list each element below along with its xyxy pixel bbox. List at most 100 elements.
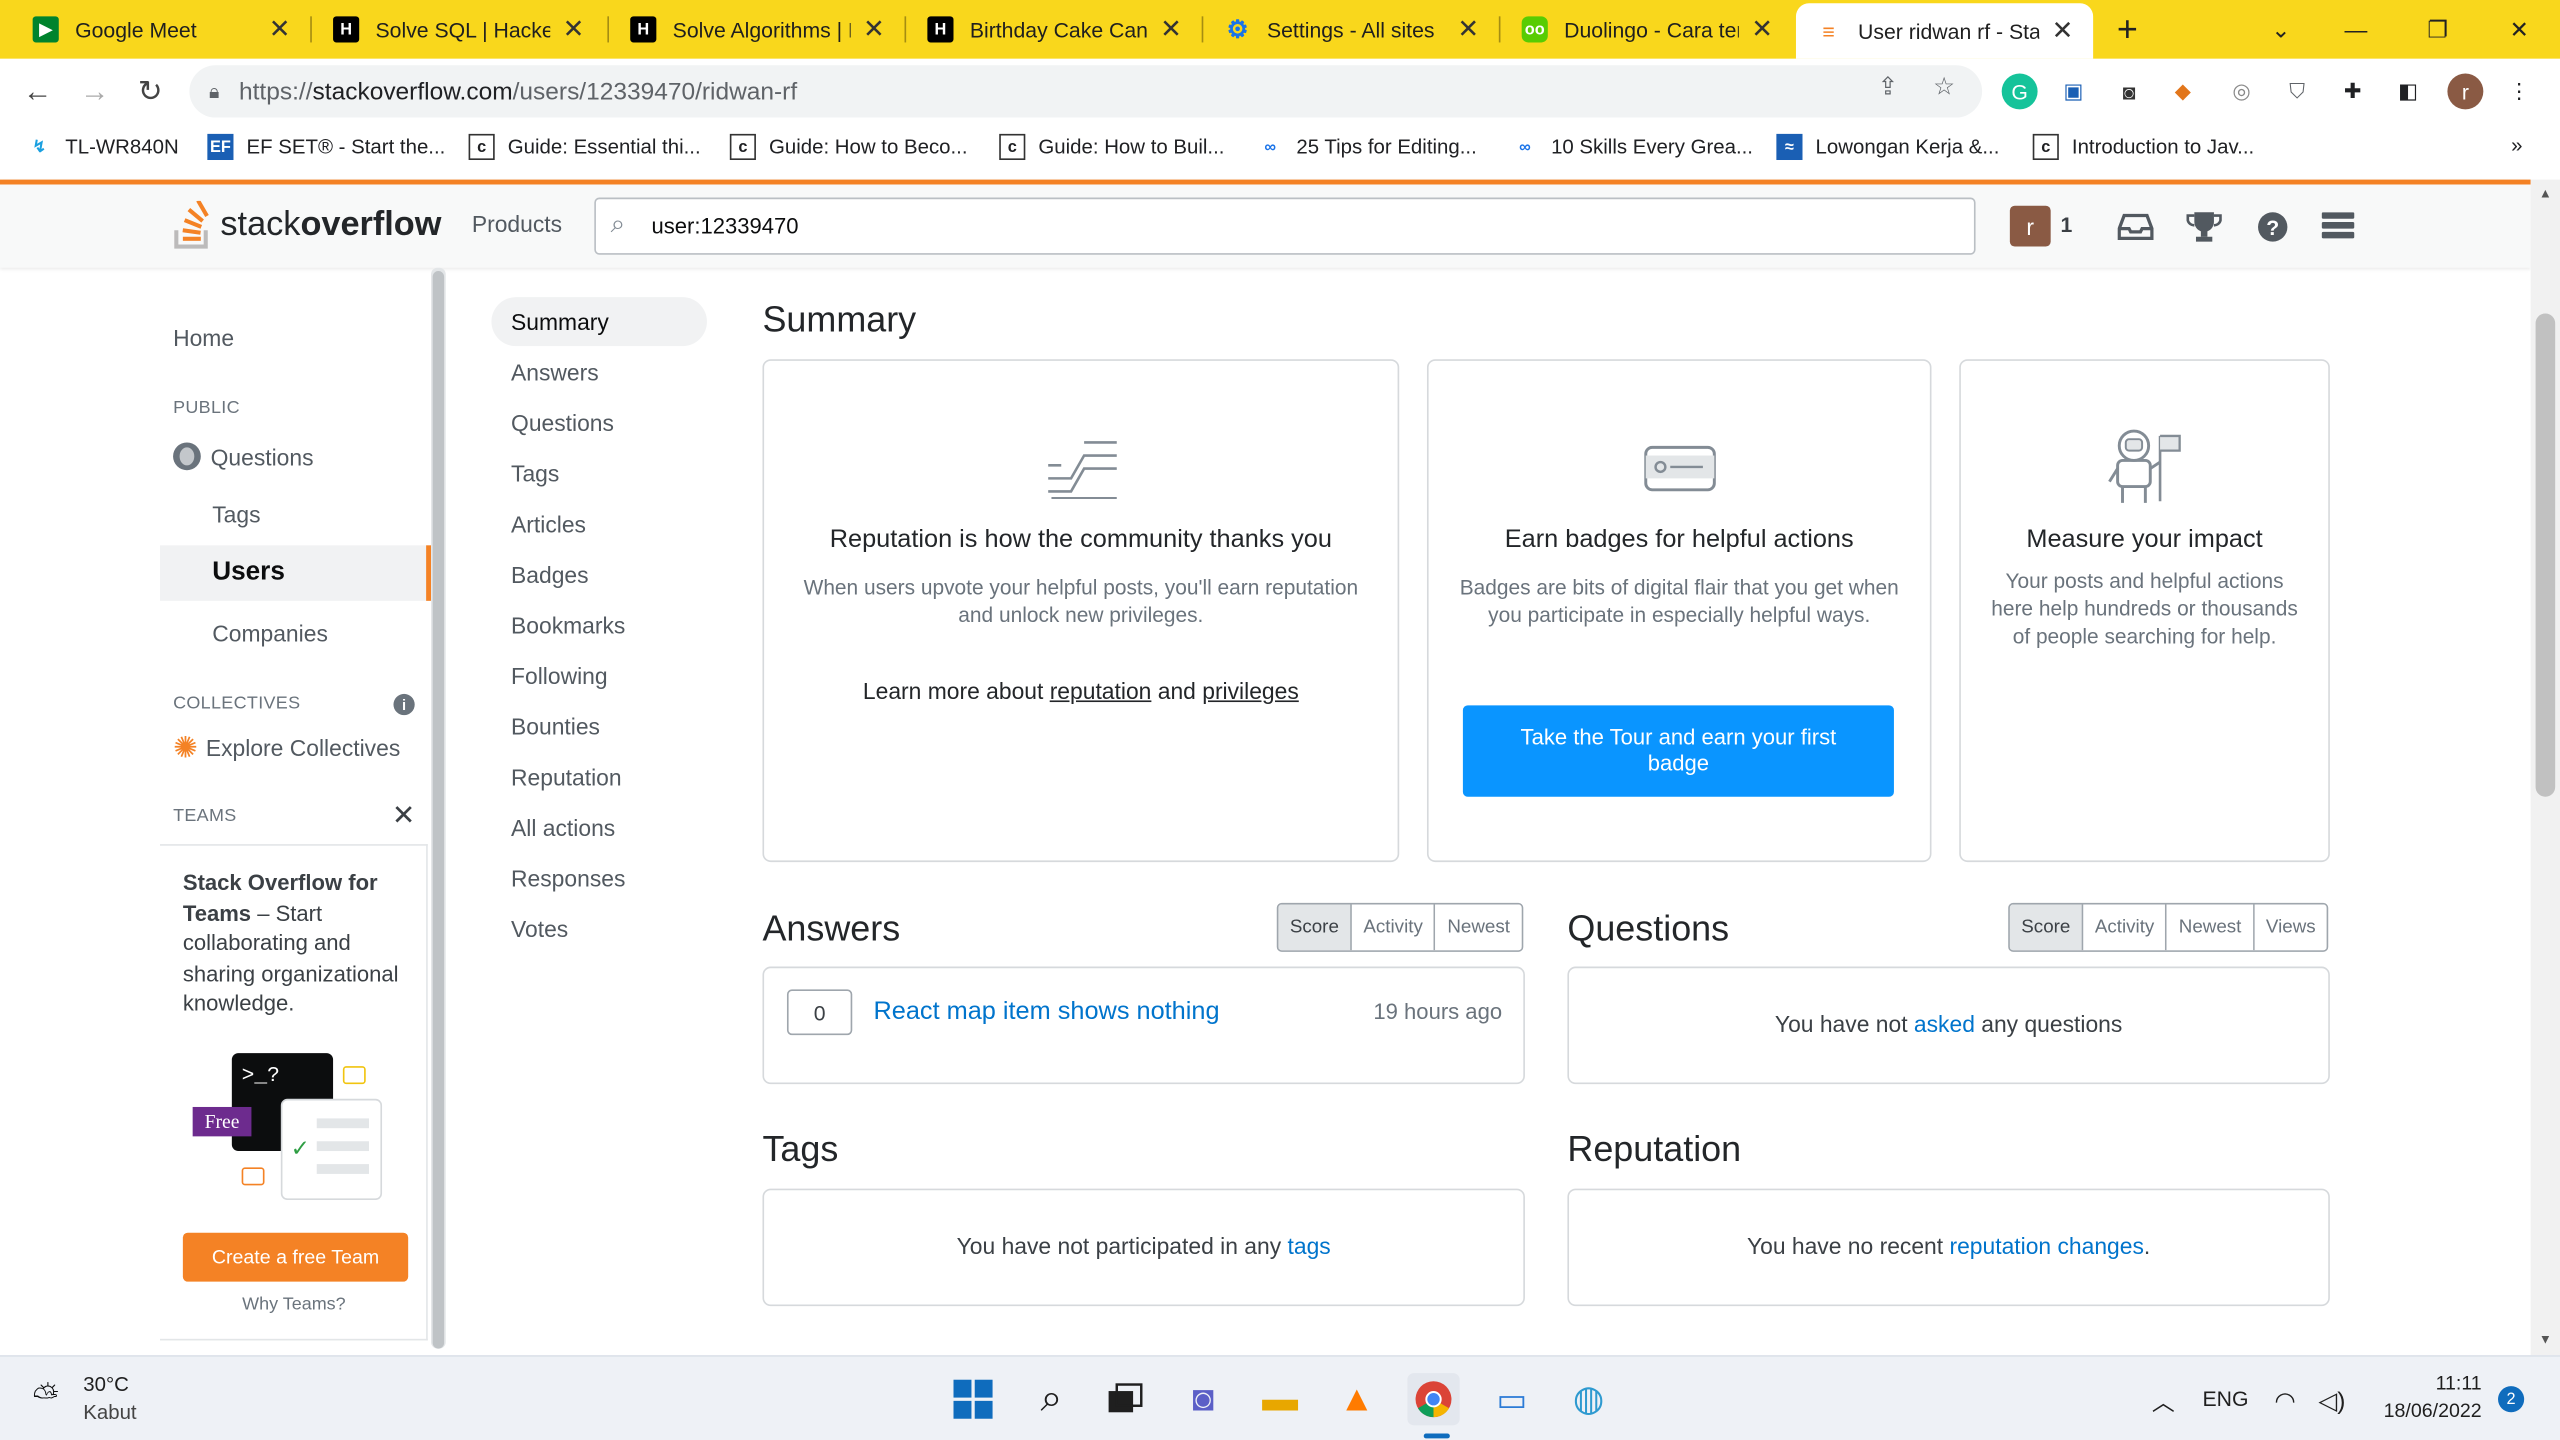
bookmarks-overflow[interactable]: » (2511, 134, 2522, 157)
menu-kebab-icon[interactable]: ⋮ (2501, 73, 2537, 109)
why-teams-link[interactable]: Why Teams? (160, 1295, 428, 1315)
close-teams-icon[interactable]: ✕ (392, 800, 415, 833)
vlc-icon[interactable]: ▲ (1331, 1373, 1383, 1425)
profile-tab-all-actions[interactable]: All actions (491, 803, 707, 852)
side-panel-icon[interactable]: ◧ (2390, 73, 2426, 109)
sort-activity[interactable]: Activity (2083, 904, 2168, 951)
volume-icon[interactable]: ◁) (2318, 1386, 2345, 1416)
sidebar-scrollbar[interactable] (431, 267, 446, 1349)
close-tab-icon[interactable]: ✕ (1751, 13, 1773, 46)
file-explorer-icon[interactable]: ▬ (1254, 1373, 1306, 1425)
extension-icon[interactable]: ◙ (2111, 73, 2147, 109)
sort-score[interactable]: Score (1278, 904, 1352, 951)
close-tab-icon[interactable]: ✕ (1457, 13, 1479, 46)
site-switcher-icon[interactable] (2318, 207, 2357, 246)
tab-search-icon[interactable]: ⌄ (2243, 0, 2318, 59)
metamask-icon[interactable]: ◆ (2165, 73, 2201, 109)
help-icon[interactable]: ? (2253, 207, 2292, 246)
scroll-up-icon[interactable]: ▲ (2539, 186, 2552, 201)
sort-activity[interactable]: Activity (1351, 904, 1436, 951)
globe-app-icon[interactable]: ◍ (1562, 1373, 1614, 1425)
nav-users[interactable]: Users (160, 545, 432, 601)
close-tab-icon[interactable]: ✕ (863, 13, 885, 46)
extension-icon[interactable]: ▣ (2056, 73, 2092, 109)
new-tab-icon[interactable]: + (2090, 0, 2165, 59)
puzzle-icon[interactable]: ✚ (2335, 73, 2371, 109)
bookmark-item[interactable]: ∞ 10 Skills Every Grea... (1512, 134, 1753, 160)
bookmark-item[interactable]: c Guide: How to Buil... (999, 133, 1224, 161)
tab-google-meet[interactable]: ▶ Google Meet ✕ (13, 0, 310, 59)
products-menu[interactable]: Products (472, 211, 562, 237)
info-icon[interactable]: i (393, 693, 415, 716)
reputation-link[interactable]: reputation (1050, 678, 1152, 704)
sort-score[interactable]: Score (2009, 904, 2084, 951)
monitor-app-icon[interactable]: ▭ (1486, 1373, 1538, 1425)
nav-companies[interactable]: Companies (160, 620, 431, 646)
close-tab-icon[interactable]: ✕ (1160, 13, 1182, 46)
tab-hackerrank-algorithms[interactable]: H Solve Algorithms | H ✕ (611, 0, 905, 59)
nav-tags[interactable]: Tags (160, 501, 431, 527)
profile-tab-bounties[interactable]: Bounties (491, 702, 707, 751)
extension-icon[interactable]: ◎ (2224, 73, 2260, 109)
weather-icon[interactable]: ⛅︎ (33, 1380, 59, 1418)
bookmark-item[interactable]: c Guide: Essential thi... (468, 133, 701, 161)
asked-link[interactable]: asked (1914, 1011, 1975, 1037)
close-window-icon[interactable]: ✕ (2482, 0, 2557, 59)
profile-tab-articles[interactable]: Articles (491, 500, 707, 549)
achievements-icon[interactable] (2185, 207, 2224, 246)
bookmark-item[interactable]: ∞ 25 Tips for Editing... (1257, 134, 1476, 160)
create-free-team-button[interactable]: Create a free Team (182, 1232, 409, 1282)
page-scrollbar[interactable]: ▲ ▼ (2530, 179, 2560, 1356)
search-icon[interactable]: ⌕ (1025, 1373, 1077, 1425)
profile-tab-answers[interactable]: Answers (491, 348, 707, 397)
clock-date[interactable]: 18/06/2022 (2371, 1399, 2482, 1422)
nav-explore-collectives[interactable]: ✺ Explore Collectives (160, 733, 431, 762)
minimize-icon[interactable]: — (2318, 0, 2393, 59)
answer-title-link[interactable]: React map item shows nothing (873, 998, 1219, 1027)
back-icon[interactable]: ← (15, 69, 61, 115)
shield-icon[interactable]: ⛉ (2279, 73, 2315, 109)
bookmark-item[interactable]: ↯ TL-WR840N (26, 134, 178, 160)
privileges-link[interactable]: privileges (1202, 678, 1299, 704)
clock-time[interactable]: 11:11 (2420, 1371, 2482, 1394)
tab-settings[interactable]: ⚙ Settings - All sites ✕ (1205, 0, 1499, 59)
bookmark-item[interactable]: c Guide: How to Beco... (729, 133, 968, 161)
profile-tab-reputation[interactable]: Reputation (491, 753, 707, 802)
stackoverflow-logo[interactable]: stackoverflow (173, 200, 441, 250)
close-tab-icon[interactable]: ✕ (269, 13, 291, 46)
bookmark-star-icon[interactable]: ☆ (1933, 72, 1955, 101)
reputation-changes-link[interactable]: reputation changes (1949, 1233, 2143, 1259)
tags-link[interactable]: tags (1288, 1233, 1331, 1259)
profile-tab-summary[interactable]: Summary (491, 297, 707, 347)
user-avatar[interactable]: r (2009, 205, 2051, 247)
sort-newest[interactable]: Newest (1435, 904, 1522, 951)
weather-temp[interactable]: 30°C (83, 1373, 129, 1396)
restore-icon[interactable]: ❐ (2400, 0, 2475, 59)
chrome-icon[interactable] (1407, 1373, 1460, 1426)
close-tab-icon[interactable]: ✕ (563, 13, 585, 46)
profile-avatar[interactable]: r (2447, 73, 2484, 110)
sort-views[interactable]: Views (2254, 904, 2328, 951)
tray-overflow-icon[interactable]: ︿ (2152, 1386, 2175, 1419)
scroll-down-icon[interactable]: ▼ (2539, 1332, 2552, 1347)
bookmark-item[interactable]: EF EF SET® - Start the... (207, 133, 445, 161)
take-tour-button[interactable]: Take the Tour and earn your first badge (1462, 705, 1894, 797)
profile-tab-following[interactable]: Following (491, 651, 707, 700)
profile-tab-bookmarks[interactable]: Bookmarks (491, 601, 707, 650)
share-icon[interactable]: ⇪ (1878, 72, 1899, 101)
bookmark-item[interactable]: ≈ Lowongan Kerja &... (1776, 133, 1999, 161)
start-icon[interactable] (947, 1373, 999, 1425)
forward-icon[interactable]: → (72, 69, 118, 115)
notification-badge[interactable]: 2 (2498, 1386, 2525, 1413)
language-indicator[interactable]: ENG (2203, 1386, 2249, 1410)
tab-duolingo[interactable]: oo Duolingo - Cara ter ✕ (1502, 0, 1793, 59)
reload-icon[interactable]: ↻ (127, 69, 173, 115)
grammarly-icon[interactable]: G (2001, 73, 2038, 110)
profile-tab-tags[interactable]: Tags (491, 449, 707, 498)
nav-home[interactable]: Home (160, 325, 431, 351)
address-bar[interactable]: 🔒︎ https://stackoverflow.com/users/12339… (189, 65, 1983, 118)
tab-stackoverflow[interactable]: ≡ User ridwan rf - Sta ✕ (1795, 3, 2094, 59)
sort-newest[interactable]: Newest (2167, 904, 2255, 951)
tab-hackerrank-sql[interactable]: H Solve SQL | HackerR ✕ (313, 0, 604, 59)
profile-tab-badges[interactable]: Badges (491, 550, 707, 599)
